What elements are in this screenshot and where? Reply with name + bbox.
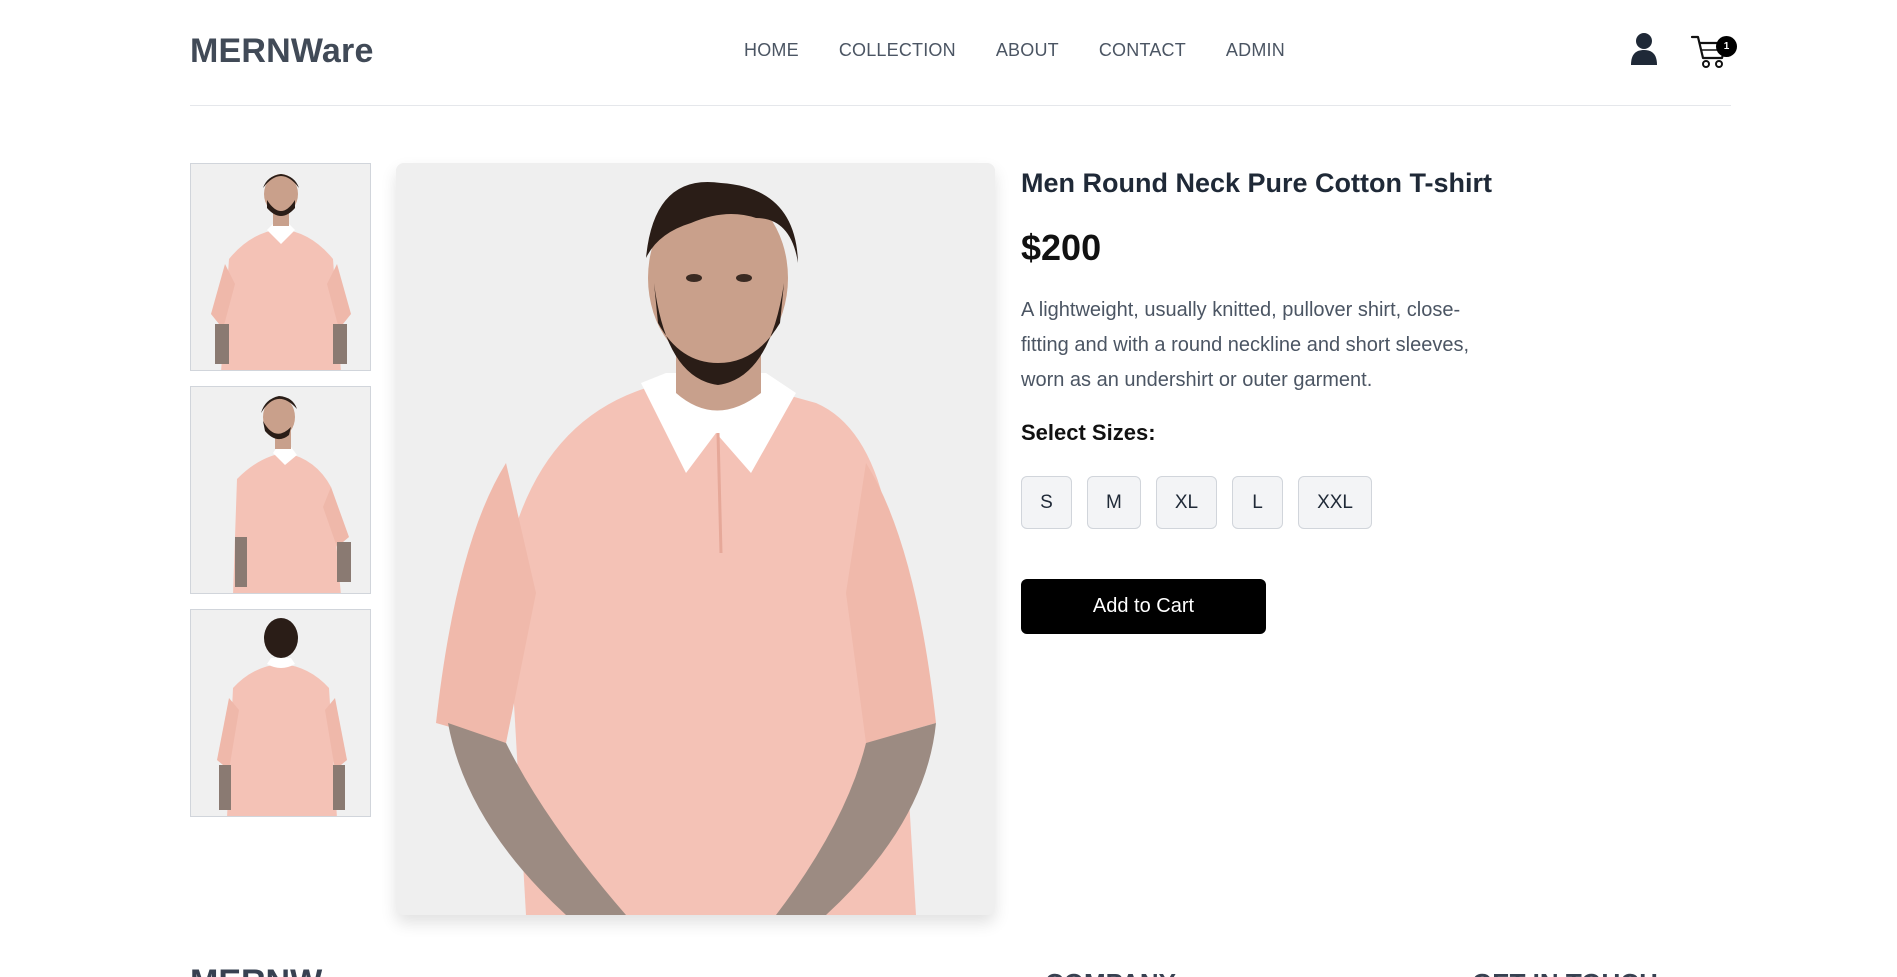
product-description: A lightweight, usually knitted, pullover… (1021, 299, 1470, 391)
size-options: S M XL L XXL (1021, 476, 1521, 529)
product-photo-back (191, 610, 370, 816)
footer-company-heading: COMPANY (1045, 968, 1176, 977)
nav-about[interactable]: ABOUT (996, 40, 1059, 61)
product-photo-main (396, 163, 995, 915)
product-info: Men Round Neck Pure Cotton T-shirt $200 … (1021, 163, 1521, 634)
size-button-s[interactable]: S (1021, 476, 1072, 529)
thumbnail-front[interactable] (190, 163, 371, 371)
product-price: $200 (1021, 227, 1102, 268)
size-button-xl[interactable]: XL (1155, 476, 1218, 529)
user-icon[interactable] (1630, 32, 1658, 66)
main-nav: HOME COLLECTION ABOUT CONTACT ADMIN (744, 40, 1285, 61)
nav-contact[interactable]: CONTACT (1099, 40, 1186, 61)
site-logo[interactable]: MERNWare (190, 32, 374, 71)
nav-collection[interactable]: COLLECTION (839, 40, 956, 61)
nav-admin[interactable]: ADMIN (1226, 40, 1285, 61)
size-button-xxl[interactable]: XXL (1298, 476, 1372, 529)
size-button-l[interactable]: L (1232, 476, 1284, 529)
product-title: Men Round Neck Pure Cotton T-shirt (1021, 168, 1493, 198)
product-photo-front (191, 164, 370, 370)
size-button-m[interactable]: M (1087, 476, 1141, 529)
footer-logo: MERNW (190, 963, 322, 977)
footer-get-in-touch-heading: GET IN TOUCH (1472, 968, 1658, 977)
thumbnail-list (190, 163, 371, 832)
cart-count-badge: 1 (1716, 36, 1737, 57)
main-product-image (396, 163, 995, 915)
site-header: MERNWare HOME COLLECTION ABOUT CONTACT A… (190, 0, 1737, 106)
thumbnail-back[interactable] (190, 609, 371, 817)
sizes-label: Select Sizes: (1021, 420, 1156, 445)
nav-home[interactable]: HOME (744, 40, 799, 61)
add-to-cart-button[interactable]: Add to Cart (1021, 579, 1266, 634)
product-photo-side (191, 387, 370, 593)
thumbnail-side[interactable] (190, 386, 371, 594)
